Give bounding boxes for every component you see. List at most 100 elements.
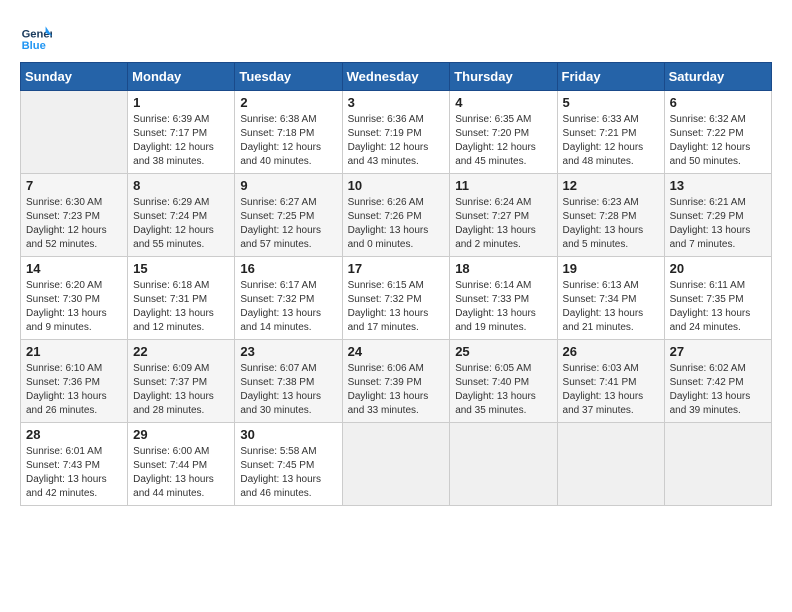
calendar-day-cell: 22 Sunrise: 6:09 AMSunset: 7:37 PMDayligh… <box>128 340 235 423</box>
day-info: Sunrise: 6:11 AMSunset: 7:35 PMDaylight:… <box>670 279 766 335</box>
logo-icon: General Blue <box>20 20 52 52</box>
day-info: Sunrise: 6:01 AMSunset: 7:43 PMDaylight:… <box>26 445 122 501</box>
day-number: 11 <box>455 178 551 193</box>
day-info: Sunrise: 6:38 AMSunset: 7:18 PMDaylight:… <box>240 113 336 169</box>
calendar-day-cell: 11Sunrise: 6:24 AMSunset: 7:27 PMDayligh… <box>450 174 557 257</box>
calendar-day-cell: 25Sunrise: 6:05 AMSunset: 7:40 PMDayligh… <box>450 340 557 423</box>
day-info: Sunrise: 6:32 AMSunset: 7:22 PMDaylight:… <box>670 113 766 169</box>
calendar-day-cell: 21Sunrise: 6:10 AMSunset: 7:36 PMDayligh… <box>21 340 128 423</box>
weekday-header-cell: Friday <box>557 63 664 91</box>
day-info: Sunrise: 6:39 AMSunset: 7:17 PMDaylight:… <box>133 113 229 169</box>
weekday-header-cell: Saturday <box>664 63 771 91</box>
calendar-day-cell: 8 Sunrise: 6:29 AMSunset: 7:24 PMDaylight… <box>128 174 235 257</box>
weekday-header-cell: Thursday <box>450 63 557 91</box>
calendar-day-cell <box>21 91 128 174</box>
day-info: Sunrise: 6:02 AMSunset: 7:42 PMDaylight:… <box>670 362 766 418</box>
calendar-day-cell: 6 Sunrise: 6:32 AMSunset: 7:22 PMDaylight… <box>664 91 771 174</box>
calendar-day-cell: 10 Sunrise: 6:26 AMSunset: 7:26 PMDayligh… <box>342 174 450 257</box>
calendar-day-cell: 26 Sunrise: 6:03 AMSunset: 7:41 PMDayligh… <box>557 340 664 423</box>
calendar-day-cell <box>450 423 557 506</box>
calendar-table: SundayMondayTuesdayWednesdayThursdayFrid… <box>20 62 772 506</box>
logo: General Blue <box>20 20 52 52</box>
calendar-day-cell: 29 Sunrise: 6:00 AMSunset: 7:44 PMDayligh… <box>128 423 235 506</box>
day-number: 14 <box>26 261 122 276</box>
calendar-week-row: 28 Sunrise: 6:01 AMSunset: 7:43 PMDayligh… <box>21 423 772 506</box>
day-info: Sunrise: 6:36 AMSunset: 7:19 PMDaylight:… <box>348 113 445 169</box>
day-number: 9 <box>240 178 336 193</box>
day-info: Sunrise: 6:21 AMSunset: 7:29 PMDaylight:… <box>670 196 766 252</box>
calendar-day-cell: 15 Sunrise: 6:18 AMSunset: 7:31 PMDayligh… <box>128 257 235 340</box>
day-info: Sunrise: 6:00 AMSunset: 7:44 PMDaylight:… <box>133 445 229 501</box>
day-number: 24 <box>348 344 445 359</box>
day-number: 5 <box>563 95 659 110</box>
day-number: 29 <box>133 427 229 442</box>
day-number: 17 <box>348 261 445 276</box>
day-number: 19 <box>563 261 659 276</box>
day-number: 23 <box>240 344 336 359</box>
day-info: Sunrise: 6:20 AMSunset: 7:30 PMDaylight:… <box>26 279 122 335</box>
calendar-day-cell: 9Sunrise: 6:27 AMSunset: 7:25 PMDaylight… <box>235 174 342 257</box>
day-number: 20 <box>670 261 766 276</box>
calendar-day-cell <box>557 423 664 506</box>
day-info: Sunrise: 6:33 AMSunset: 7:21 PMDaylight:… <box>563 113 659 169</box>
day-info: Sunrise: 6:07 AMSunset: 7:38 PMDaylight:… <box>240 362 336 418</box>
day-number: 7 <box>26 178 122 193</box>
day-info: Sunrise: 6:18 AMSunset: 7:31 PMDaylight:… <box>133 279 229 335</box>
calendar-day-cell: 27Sunrise: 6:02 AMSunset: 7:42 PMDayligh… <box>664 340 771 423</box>
day-info: Sunrise: 6:10 AMSunset: 7:36 PMDaylight:… <box>26 362 122 418</box>
weekday-header-cell: Sunday <box>21 63 128 91</box>
day-number: 12 <box>563 178 659 193</box>
day-number: 30 <box>240 427 336 442</box>
day-number: 1 <box>133 95 229 110</box>
day-number: 13 <box>670 178 766 193</box>
day-info: Sunrise: 6:30 AMSunset: 7:23 PMDaylight:… <box>26 196 122 252</box>
page-header: General Blue <box>20 20 772 52</box>
day-number: 25 <box>455 344 551 359</box>
day-info: Sunrise: 6:23 AMSunset: 7:28 PMDaylight:… <box>563 196 659 252</box>
day-info: Sunrise: 6:29 AMSunset: 7:24 PMDaylight:… <box>133 196 229 252</box>
calendar-day-cell <box>342 423 450 506</box>
day-info: Sunrise: 6:06 AMSunset: 7:39 PMDaylight:… <box>348 362 445 418</box>
day-info: Sunrise: 6:14 AMSunset: 7:33 PMDaylight:… <box>455 279 551 335</box>
weekday-header-cell: Tuesday <box>235 63 342 91</box>
calendar-day-cell: 17Sunrise: 6:15 AMSunset: 7:32 PMDayligh… <box>342 257 450 340</box>
day-number: 6 <box>670 95 766 110</box>
day-info: Sunrise: 6:26 AMSunset: 7:26 PMDaylight:… <box>348 196 445 252</box>
day-number: 8 <box>133 178 229 193</box>
calendar-day-cell: 28 Sunrise: 6:01 AMSunset: 7:43 PMDayligh… <box>21 423 128 506</box>
weekday-header-cell: Wednesday <box>342 63 450 91</box>
calendar-day-cell: 20 Sunrise: 6:11 AMSunset: 7:35 PMDayligh… <box>664 257 771 340</box>
calendar-day-cell: 3 Sunrise: 6:36 AMSunset: 7:19 PMDaylight… <box>342 91 450 174</box>
day-info: Sunrise: 6:35 AMSunset: 7:20 PMDaylight:… <box>455 113 551 169</box>
day-number: 16 <box>240 261 336 276</box>
calendar-week-row: 7 Sunrise: 6:30 AMSunset: 7:23 PMDaylight… <box>21 174 772 257</box>
calendar-day-cell: 12 Sunrise: 6:23 AMSunset: 7:28 PMDayligh… <box>557 174 664 257</box>
day-number: 15 <box>133 261 229 276</box>
calendar-day-cell: 1 Sunrise: 6:39 AMSunset: 7:17 PMDaylight… <box>128 91 235 174</box>
calendar-day-cell: 19 Sunrise: 6:13 AMSunset: 7:34 PMDayligh… <box>557 257 664 340</box>
calendar-day-cell: 13 Sunrise: 6:21 AMSunset: 7:29 PMDayligh… <box>664 174 771 257</box>
svg-text:Blue: Blue <box>22 40 46 52</box>
day-number: 2 <box>240 95 336 110</box>
day-info: Sunrise: 6:09 AMSunset: 7:37 PMDaylight:… <box>133 362 229 418</box>
day-info: Sunrise: 5:58 AMSunset: 7:45 PMDaylight:… <box>240 445 336 501</box>
day-number: 4 <box>455 95 551 110</box>
day-number: 28 <box>26 427 122 442</box>
calendar-day-cell: 4 Sunrise: 6:35 AMSunset: 7:20 PMDaylight… <box>450 91 557 174</box>
calendar-day-cell: 18 Sunrise: 6:14 AMSunset: 7:33 PMDayligh… <box>450 257 557 340</box>
day-number: 26 <box>563 344 659 359</box>
calendar-week-row: 21Sunrise: 6:10 AMSunset: 7:36 PMDayligh… <box>21 340 772 423</box>
calendar-day-cell: 2 Sunrise: 6:38 AMSunset: 7:18 PMDaylight… <box>235 91 342 174</box>
day-info: Sunrise: 6:03 AMSunset: 7:41 PMDaylight:… <box>563 362 659 418</box>
calendar-day-cell: 23 Sunrise: 6:07 AMSunset: 7:38 PMDayligh… <box>235 340 342 423</box>
weekday-header-cell: Monday <box>128 63 235 91</box>
calendar-body: 1 Sunrise: 6:39 AMSunset: 7:17 PMDaylight… <box>21 91 772 506</box>
day-number: 22 <box>133 344 229 359</box>
day-number: 3 <box>348 95 445 110</box>
day-number: 10 <box>348 178 445 193</box>
day-info: Sunrise: 6:13 AMSunset: 7:34 PMDaylight:… <box>563 279 659 335</box>
calendar-day-cell: 16 Sunrise: 6:17 AMSunset: 7:32 PMDayligh… <box>235 257 342 340</box>
calendar-day-cell: 24 Sunrise: 6:06 AMSunset: 7:39 PMDayligh… <box>342 340 450 423</box>
day-info: Sunrise: 6:17 AMSunset: 7:32 PMDaylight:… <box>240 279 336 335</box>
day-number: 18 <box>455 261 551 276</box>
